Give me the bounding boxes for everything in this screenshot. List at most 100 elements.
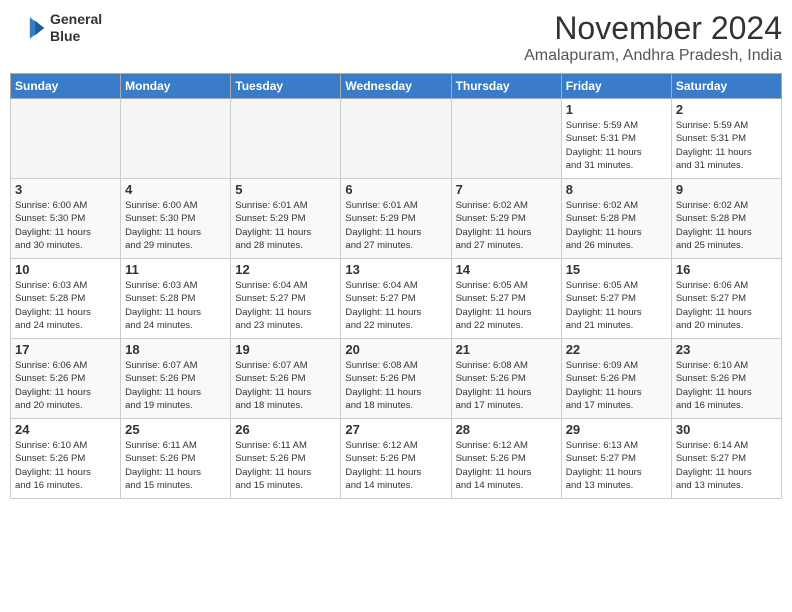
calendar-cell: 1 Sunrise: 5:59 AM Sunset: 5:31 PM Daylig… xyxy=(561,99,671,179)
day-number: 5 xyxy=(235,182,336,197)
calendar-cell: 11 Sunrise: 6:03 AM Sunset: 5:28 PM Dayli… xyxy=(121,259,231,339)
day-info: Sunrise: 6:02 AM Sunset: 5:28 PM Dayligh… xyxy=(566,199,667,252)
day-info: Sunrise: 6:03 AM Sunset: 5:28 PM Dayligh… xyxy=(15,279,116,332)
calendar-week-5: 24Sunrise: 6:10 AM Sunset: 5:26 PM Dayli… xyxy=(11,419,782,499)
day-info: Sunrise: 6:14 AM Sunset: 5:27 PM Dayligh… xyxy=(676,439,777,492)
day-number: 6 xyxy=(345,182,446,197)
day-number: 27 xyxy=(345,422,446,437)
day-info: Sunrise: 6:06 AM Sunset: 5:27 PM Dayligh… xyxy=(676,279,777,332)
day-info: Sunrise: 6:00 AM Sunset: 5:30 PM Dayligh… xyxy=(15,199,116,252)
calendar-cell: 17 Sunrise: 6:06 AM Sunset: 5:26 PM Dayli… xyxy=(11,339,121,419)
day-number: 11 xyxy=(125,262,226,277)
weekday-header-monday: Monday xyxy=(121,74,231,99)
day-number: 30 xyxy=(676,422,777,437)
day-number: 13 xyxy=(345,262,446,277)
day-number: 19 xyxy=(235,342,336,357)
day-number: 28 xyxy=(456,422,557,437)
logo-line1: General xyxy=(50,11,102,28)
calendar-table: SundayMondayTuesdayWednesdayThursdayFrid… xyxy=(10,73,782,499)
calendar-cell xyxy=(341,99,451,179)
day-number: 2 xyxy=(676,102,777,117)
calendar-cell xyxy=(451,99,561,179)
calendar-cell: 5 Sunrise: 6:01 AM Sunset: 5:29 PM Daylig… xyxy=(231,179,341,259)
day-info: Sunrise: 6:08 AM Sunset: 5:26 PM Dayligh… xyxy=(456,359,557,412)
day-info: Sunrise: 6:01 AM Sunset: 5:29 PM Dayligh… xyxy=(235,199,336,252)
calendar-cell: 18 Sunrise: 6:07 AM Sunset: 5:26 PM Dayli… xyxy=(121,339,231,419)
day-number: 23 xyxy=(676,342,777,357)
calendar-cell: 25Sunrise: 6:11 AM Sunset: 5:26 PM Dayli… xyxy=(121,419,231,499)
day-number: 29 xyxy=(566,422,667,437)
calendar-cell: 20Sunrise: 6:08 AM Sunset: 5:26 PM Dayli… xyxy=(341,339,451,419)
weekday-header-thursday: Thursday xyxy=(451,74,561,99)
day-info: Sunrise: 6:02 AM Sunset: 5:29 PM Dayligh… xyxy=(456,199,557,252)
day-number: 15 xyxy=(566,262,667,277)
day-info: Sunrise: 6:05 AM Sunset: 5:27 PM Dayligh… xyxy=(566,279,667,332)
day-info: Sunrise: 6:04 AM Sunset: 5:27 PM Dayligh… xyxy=(345,279,446,332)
weekday-header-friday: Friday xyxy=(561,74,671,99)
day-number: 17 xyxy=(15,342,116,357)
calendar-cell: 22 Sunrise: 6:09 AM Sunset: 5:26 PM Dayli… xyxy=(561,339,671,419)
calendar-cell: 30 Sunrise: 6:14 AM Sunset: 5:27 PM Dayli… xyxy=(671,419,781,499)
weekday-header-sunday: Sunday xyxy=(11,74,121,99)
calendar-cell: 29 Sunrise: 6:13 AM Sunset: 5:27 PM Dayli… xyxy=(561,419,671,499)
day-info: Sunrise: 6:07 AM Sunset: 5:26 PM Dayligh… xyxy=(235,359,336,412)
day-number: 18 xyxy=(125,342,226,357)
weekday-header-saturday: Saturday xyxy=(671,74,781,99)
day-number: 8 xyxy=(566,182,667,197)
day-number: 22 xyxy=(566,342,667,357)
day-info: Sunrise: 6:10 AM Sunset: 5:26 PM Dayligh… xyxy=(676,359,777,412)
calendar-cell: 24Sunrise: 6:10 AM Sunset: 5:26 PM Dayli… xyxy=(11,419,121,499)
day-info: Sunrise: 5:59 AM Sunset: 5:31 PM Dayligh… xyxy=(676,119,777,172)
calendar-week-3: 10 Sunrise: 6:03 AM Sunset: 5:28 PM Dayli… xyxy=(11,259,782,339)
day-info: Sunrise: 6:09 AM Sunset: 5:26 PM Dayligh… xyxy=(566,359,667,412)
calendar-cell: 27 Sunrise: 6:12 AM Sunset: 5:26 PM Dayli… xyxy=(341,419,451,499)
calendar-week-2: 3 Sunrise: 6:00 AM Sunset: 5:30 PM Daylig… xyxy=(11,179,782,259)
calendar-cell: 28Sunrise: 6:12 AM Sunset: 5:26 PM Dayli… xyxy=(451,419,561,499)
day-info: Sunrise: 6:01 AM Sunset: 5:29 PM Dayligh… xyxy=(345,199,446,252)
day-info: Sunrise: 6:13 AM Sunset: 5:27 PM Dayligh… xyxy=(566,439,667,492)
day-info: Sunrise: 6:03 AM Sunset: 5:28 PM Dayligh… xyxy=(125,279,226,332)
day-number: 7 xyxy=(456,182,557,197)
day-number: 14 xyxy=(456,262,557,277)
day-info: Sunrise: 6:07 AM Sunset: 5:26 PM Dayligh… xyxy=(125,359,226,412)
day-number: 26 xyxy=(235,422,336,437)
calendar-cell: 8 Sunrise: 6:02 AM Sunset: 5:28 PM Daylig… xyxy=(561,179,671,259)
weekday-header-wednesday: Wednesday xyxy=(341,74,451,99)
day-info: Sunrise: 6:10 AM Sunset: 5:26 PM Dayligh… xyxy=(15,439,116,492)
day-number: 9 xyxy=(676,182,777,197)
calendar-cell: 6 Sunrise: 6:01 AM Sunset: 5:29 PM Daylig… xyxy=(341,179,451,259)
calendar-cell: 19 Sunrise: 6:07 AM Sunset: 5:26 PM Dayli… xyxy=(231,339,341,419)
day-info: Sunrise: 6:12 AM Sunset: 5:26 PM Dayligh… xyxy=(345,439,446,492)
calendar-cell: 10 Sunrise: 6:03 AM Sunset: 5:28 PM Dayli… xyxy=(11,259,121,339)
page-header: General Blue November 2024 Amalapuram, A… xyxy=(10,10,782,65)
calendar-cell xyxy=(121,99,231,179)
day-number: 10 xyxy=(15,262,116,277)
calendar-cell: 2 Sunrise: 5:59 AM Sunset: 5:31 PM Daylig… xyxy=(671,99,781,179)
calendar-week-4: 17 Sunrise: 6:06 AM Sunset: 5:26 PM Dayli… xyxy=(11,339,782,419)
logo-line2: Blue xyxy=(50,28,102,45)
day-info: Sunrise: 6:11 AM Sunset: 5:26 PM Dayligh… xyxy=(235,439,336,492)
weekday-header-tuesday: Tuesday xyxy=(231,74,341,99)
calendar-week-1: 1 Sunrise: 5:59 AM Sunset: 5:31 PM Daylig… xyxy=(11,99,782,179)
day-info: Sunrise: 6:06 AM Sunset: 5:26 PM Dayligh… xyxy=(15,359,116,412)
logo-icon xyxy=(10,10,46,46)
day-info: Sunrise: 6:11 AM Sunset: 5:26 PM Dayligh… xyxy=(125,439,226,492)
day-number: 16 xyxy=(676,262,777,277)
day-info: Sunrise: 6:05 AM Sunset: 5:27 PM Dayligh… xyxy=(456,279,557,332)
calendar-cell xyxy=(231,99,341,179)
location-title: Amalapuram, Andhra Pradesh, India xyxy=(524,47,782,65)
day-info: Sunrise: 5:59 AM Sunset: 5:31 PM Dayligh… xyxy=(566,119,667,172)
day-number: 3 xyxy=(15,182,116,197)
day-number: 1 xyxy=(566,102,667,117)
day-info: Sunrise: 6:00 AM Sunset: 5:30 PM Dayligh… xyxy=(125,199,226,252)
calendar-cell: 26 Sunrise: 6:11 AM Sunset: 5:26 PM Dayli… xyxy=(231,419,341,499)
calendar-cell: 12Sunrise: 6:04 AM Sunset: 5:27 PM Dayli… xyxy=(231,259,341,339)
day-number: 21 xyxy=(456,342,557,357)
calendar-cell: 9 Sunrise: 6:02 AM Sunset: 5:28 PM Daylig… xyxy=(671,179,781,259)
calendar-cell xyxy=(11,99,121,179)
logo-text: General Blue xyxy=(50,11,102,45)
day-number: 20 xyxy=(345,342,446,357)
calendar-cell: 21 Sunrise: 6:08 AM Sunset: 5:26 PM Dayli… xyxy=(451,339,561,419)
day-info: Sunrise: 6:02 AM Sunset: 5:28 PM Dayligh… xyxy=(676,199,777,252)
day-number: 4 xyxy=(125,182,226,197)
